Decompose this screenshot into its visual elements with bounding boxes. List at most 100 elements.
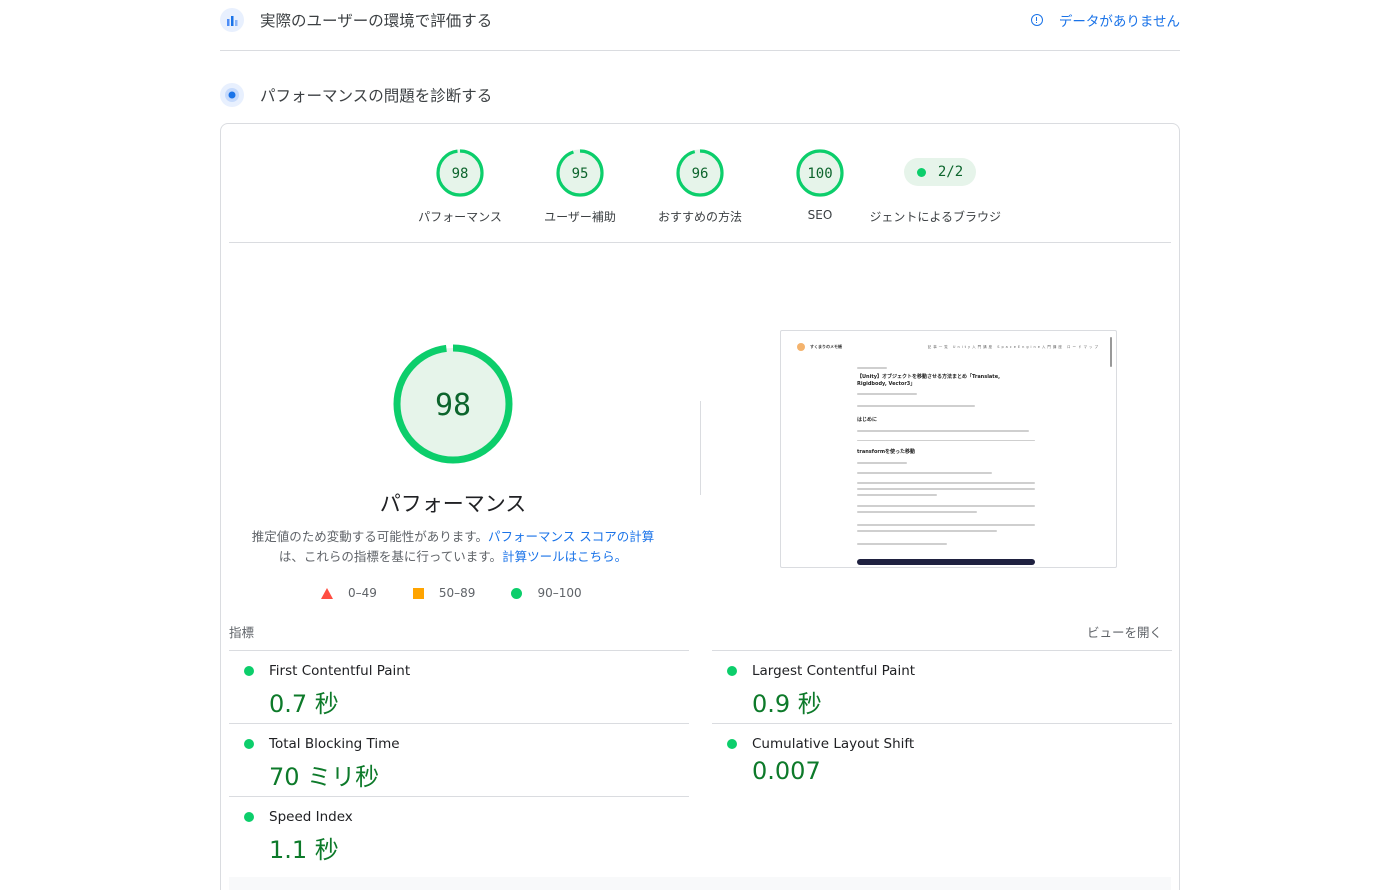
screenshot-text-line (857, 524, 1035, 526)
screenshot-brand: すくまりのメモ帳 (810, 344, 842, 349)
screenshot-nav: 記事一覧 Unity入門講座 SpaceEngine入門講座 ロードマップ (927, 344, 1100, 349)
legend-fail: 0–49 (321, 586, 377, 600)
metric-value: 0.9 秒 (752, 690, 822, 718)
gauge-best-practices[interactable]: 96 おすすめの方法 (640, 148, 760, 225)
legend-fail-label: 0–49 (348, 586, 377, 600)
field-data-icon (220, 8, 244, 32)
performance-big-gauge: 98 (393, 344, 513, 464)
screenshot-text-line (857, 488, 1035, 490)
metric-lcp: Largest Contentful Paint 0.9 秒 (712, 650, 1172, 723)
screenshot-header: すくまりのメモ帳 記事一覧 Unity入門講座 SpaceEngine入門講座 … (797, 341, 1100, 353)
pwa-label: ジェントによるブラウジ (871, 210, 1001, 224)
gauge-seo[interactable]: 100 SEO (760, 148, 880, 222)
gauge-ring: 96 (676, 149, 724, 197)
metric-value: 1.1 秒 (269, 836, 339, 864)
legend-average-label: 50–89 (438, 586, 476, 600)
screenshot-text-line (857, 393, 917, 395)
gauge-label: おすすめの方法 (657, 210, 742, 224)
gauge-ring: 98 (436, 149, 484, 197)
screenshot-text-line (857, 367, 887, 369)
diagnose-title: パフォーマンスの問題を診断する (260, 87, 493, 105)
average-square-icon (412, 587, 424, 599)
report-card: 98 パフォーマンス 95 ユーザー補助 96 おすすめの方法 100 SEO … (220, 123, 1180, 890)
fail-triangle-icon (321, 587, 333, 599)
screenshot-text-line (857, 511, 977, 513)
big-score: 98 (435, 388, 471, 423)
pass-dot-icon (727, 666, 737, 676)
metric-name: Cumulative Layout Shift (752, 736, 915, 752)
metric-value: 0.7 秒 (269, 690, 339, 718)
metric-name: Total Blocking Time (269, 736, 400, 752)
metric-value: 70 ミリ秒 (269, 763, 380, 791)
metric-cls: Cumulative Layout Shift 0.007 (712, 723, 1172, 796)
gauge-ring: 95 (556, 149, 604, 197)
screenshot-text-line (857, 494, 937, 496)
screenshot-text-line (857, 405, 975, 407)
pwa-score: 2/2 (937, 164, 964, 180)
metric-value: 0.007 (752, 757, 821, 785)
pass-dot-icon (727, 739, 737, 749)
gauge-score: 95 (572, 166, 589, 182)
note-text-2: は、これらの指標を基に行っています。 (278, 549, 503, 564)
gauge-performance[interactable]: 98 パフォーマンス (400, 148, 520, 225)
gauge-accessibility[interactable]: 95 ユーザー補助 (520, 148, 640, 225)
screenshot-text-line (857, 505, 1035, 507)
calculator-link[interactable]: 計算ツールはこちら。 (502, 549, 627, 564)
gauge-score: 100 (807, 166, 832, 182)
pass-dot-icon (244, 666, 254, 676)
score-legend: 0–49 50–89 90–100 (321, 586, 618, 600)
diagnose-section: パフォーマンスの問題を診断する (220, 82, 1180, 108)
screenshot-text-line (857, 482, 1035, 484)
metrics-header: 指標 ビューを開く (229, 622, 1171, 641)
screenshot-headline: 【Unity】オブジェクトを移動させる方法まとめ「Translate, Rigi… (857, 374, 1000, 387)
metric-name: First Contentful Paint (269, 663, 411, 679)
screenshot-rule (857, 440, 1035, 441)
pass-dot-icon (244, 739, 254, 749)
screenshot-text-line (857, 462, 907, 464)
site-logo-icon (797, 343, 805, 351)
metric-tbt: Total Blocking Time 70 ミリ秒 (229, 723, 689, 796)
info-icon (1030, 14, 1043, 26)
pass-dot-icon (244, 812, 254, 822)
screenshot-text-line (857, 430, 1029, 432)
section-divider (220, 50, 1180, 51)
final-screenshot[interactable]: すくまりのメモ帳 記事一覧 Unity入門講座 SpaceEngine入門講座 … (780, 330, 1117, 568)
legend-pass: 90–100 (511, 586, 582, 600)
gauge-score: 98 (452, 166, 469, 182)
metrics-label: 指標 (229, 625, 255, 640)
note-text-1: 推定値のため変動する可能性があります。 (251, 529, 489, 544)
pwa-badge[interactable]: 2/2 (904, 158, 976, 186)
pass-dot-icon (916, 167, 926, 177)
open-view-toggle[interactable]: ビューを開く (1087, 622, 1162, 641)
vertical-separator (700, 401, 701, 495)
no-data-label: データがありません (1058, 14, 1180, 30)
category-gauges: 98 パフォーマンス 95 ユーザー補助 96 おすすめの方法 100 SEO … (221, 124, 1179, 242)
metric-si: Speed Index 1.1 秒 (229, 796, 689, 869)
gauge-label: パフォーマンス (418, 210, 502, 224)
metric-fcp: First Contentful Paint 0.7 秒 (229, 650, 689, 723)
gauge-label: ユーザー補助 (544, 210, 616, 224)
screenshot-text-line (857, 543, 947, 545)
screenshot-heading: はじめに (857, 417, 878, 423)
lab-data-icon (220, 83, 244, 107)
legend-pass-label: 90–100 (537, 586, 582, 600)
screenshot-scrollbar (1110, 337, 1112, 367)
screenshot-text-line (857, 472, 992, 474)
no-data-notice[interactable]: データがありません (1030, 10, 1180, 30)
score-note: 推定値のため変動する可能性があります。パフォーマンス スコアの計算 は、これらの… (251, 527, 655, 567)
gauge-score: 96 (692, 166, 709, 182)
performance-title: パフォーマンス (379, 492, 527, 516)
card-divider (229, 242, 1171, 243)
gauge-label: SEO (807, 208, 833, 222)
metric-name: Largest Contentful Paint (752, 663, 916, 679)
screenshot-text-line (857, 530, 997, 532)
screenshot-dark-bar (857, 559, 1035, 565)
metric-name: Speed Index (269, 809, 353, 825)
pass-circle-icon (511, 587, 523, 599)
score-calc-link[interactable]: パフォーマンス スコアの計算 (488, 529, 654, 544)
gauge-ring: 100 (796, 149, 844, 197)
screenshot-heading: transformを使った移動 (857, 449, 916, 455)
legend-average: 50–89 (412, 586, 476, 600)
bottom-panel (229, 877, 1171, 890)
field-data-title: 実際のユーザーの環境で評価する (260, 12, 493, 30)
